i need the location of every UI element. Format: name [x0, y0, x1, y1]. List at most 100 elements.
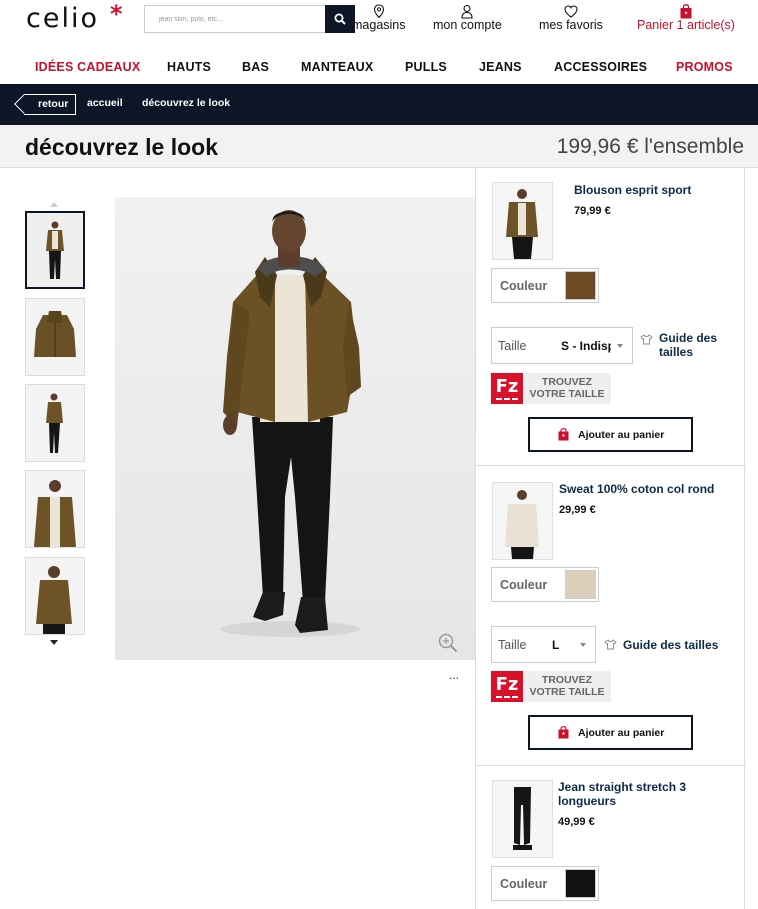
site-header: celio * magasins mon compte mes favoris *… — [0, 0, 758, 46]
product-1-size-guide-link[interactable]: Guide des tailles — [659, 331, 729, 359]
title-bar: découvrez le look 199,96 € l'ensemble — [0, 125, 758, 168]
thumbs-up-arrow-icon[interactable] — [50, 202, 58, 207]
search-button[interactable] — [325, 5, 355, 33]
product-1-size-value: S - Indisponible — [561, 339, 611, 353]
svg-text:*: * — [562, 732, 565, 739]
search-input[interactable] — [145, 6, 326, 32]
logo-star: * — [110, 0, 125, 28]
product-3-image[interactable] — [492, 780, 553, 858]
tshirt-icon — [640, 334, 653, 345]
favorites-label: mes favoris — [539, 18, 603, 32]
product-3-thumbnail-image — [493, 781, 552, 857]
nav-item-pulls[interactable]: PULLS — [405, 60, 447, 74]
logo-text: celio — [26, 3, 99, 34]
product-2-size-select[interactable]: Taille L — [491, 626, 596, 663]
account-link[interactable]: mon compte — [433, 4, 502, 32]
chevron-down-icon — [580, 643, 586, 647]
thumbnail-4[interactable] — [25, 470, 85, 548]
product-3-price: 49,99 € — [558, 816, 595, 828]
fitfinder-logo-icon: Fz — [491, 373, 523, 404]
account-label: mon compte — [433, 18, 502, 32]
thumb-model-closeup-image — [26, 471, 84, 547]
user-icon — [461, 4, 473, 19]
search-box — [144, 5, 355, 33]
product-2-fit-finder-label: TROUVEZ VOTRE TAILLE — [523, 671, 611, 702]
product-1-color-selector[interactable]: Couleur — [491, 268, 599, 303]
thumb-model-back-image — [26, 558, 84, 634]
product-2-thumbnail-image — [493, 483, 552, 559]
thumbs-down-arrow-icon[interactable] — [50, 640, 58, 645]
product-1-thumbnail-image — [493, 183, 552, 259]
nav-item-hauts[interactable]: HAUTS — [167, 60, 211, 74]
main-product-image[interactable] — [115, 197, 475, 660]
stores-label: magasins — [352, 18, 406, 32]
shopping-bag-icon: * — [558, 428, 569, 441]
favorites-link[interactable]: mes favoris — [539, 4, 603, 32]
shopping-bag-icon: * — [558, 726, 569, 739]
chevron-down-icon — [617, 344, 623, 348]
thumbnail-2[interactable] — [25, 298, 85, 376]
cart-label: Panier 1 article(s) — [637, 18, 735, 32]
product-1-size-label: Taille — [498, 339, 527, 353]
product-3-color-swatch[interactable] — [565, 869, 596, 898]
breadcrumb: retour accueil découvrez le look — [0, 84, 758, 125]
thumbnail-1[interactable] — [25, 211, 85, 289]
product-2-size-guide-link[interactable]: Guide des tailles — [623, 638, 743, 652]
shopping-bag-icon: * — [680, 4, 692, 19]
thumbnail-5[interactable] — [25, 557, 85, 635]
product-1-fit-finder-label: TROUVEZ VOTRE TAILLE — [523, 373, 611, 404]
look-products-panel: Blouson esprit sport 79,99 € Couleur Tai… — [475, 168, 746, 909]
fitfinder-logo-icon: Fz — [491, 671, 523, 702]
search-icon — [334, 13, 346, 25]
heart-icon — [564, 5, 578, 18]
tshirt-icon — [604, 639, 617, 650]
product-3-name[interactable]: Jean straight stretch 3 longueurs — [558, 780, 708, 808]
product-2-fit-finder[interactable]: Fz TROUVEZ VOTRE TAILLE — [491, 671, 611, 702]
product-2-name[interactable]: Sweat 100% coton col rond — [559, 482, 739, 496]
product-1-fit-finder[interactable]: Fz TROUVEZ VOTRE TAILLE — [491, 373, 611, 404]
main-nav: IDÉES CADEAUX HAUTS BAS MANTEAUX PULLS J… — [0, 50, 758, 84]
product-2-color-selector[interactable]: Couleur — [491, 567, 599, 602]
product-2-size-value: L — [552, 638, 560, 652]
product-2-image[interactable] — [492, 482, 553, 560]
thumbnail-3[interactable] — [25, 384, 85, 462]
svg-text:*: * — [562, 434, 565, 441]
thumb-model-front-image — [27, 213, 83, 287]
product-2-color-label: Couleur — [500, 578, 548, 592]
look-total-price: 199,96 € l'ensemble — [556, 135, 744, 158]
divider — [476, 465, 746, 466]
breadcrumb-current: découvrez le look — [142, 97, 231, 109]
product-1-add-to-cart-button[interactable]: * Ajouter au panier — [528, 417, 693, 452]
product-1-image[interactable] — [492, 182, 553, 260]
zoom-in-icon — [438, 633, 458, 653]
nav-item-promos[interactable]: PROMOS — [676, 60, 733, 74]
product-2-color-swatch[interactable] — [565, 570, 596, 599]
location-pin-icon — [373, 4, 384, 19]
nav-item-jeans[interactable]: JEANS — [479, 60, 522, 74]
thumb-model-side-image — [26, 385, 84, 461]
product-1-color-swatch[interactable] — [565, 271, 596, 300]
stores-link[interactable]: magasins — [352, 4, 406, 32]
nav-item-accessoires[interactable]: ACCESSOIRES — [554, 60, 647, 74]
product-1-name[interactable]: Blouson esprit sport — [574, 183, 734, 197]
product-1-color-label: Couleur — [500, 279, 548, 293]
nav-item-bas[interactable]: BAS — [242, 60, 269, 74]
cart-link[interactable]: * Panier 1 article(s) — [637, 4, 735, 32]
celio-logo[interactable]: celio * — [26, 0, 123, 34]
product-3-color-selector[interactable]: Couleur — [491, 866, 599, 901]
nav-item-manteaux[interactable]: MANTEAUX — [301, 60, 373, 74]
product-1-add-to-cart-label: Ajouter au panier — [578, 429, 665, 441]
more-options-button[interactable]: ... — [449, 668, 459, 682]
product-3-color-label: Couleur — [500, 877, 548, 891]
nav-item-idees-cadeaux[interactable]: IDÉES CADEAUX — [35, 60, 140, 74]
back-button[interactable]: retour — [24, 94, 76, 115]
product-2-add-to-cart-button[interactable]: * Ajouter au panier — [528, 715, 693, 750]
product-2-size-label: Taille — [498, 638, 527, 652]
product-1-price: 79,99 € — [574, 205, 611, 217]
zoom-button[interactable] — [438, 633, 458, 658]
page-title: découvrez le look — [25, 134, 219, 160]
breadcrumb-home[interactable]: accueil — [87, 97, 123, 109]
thumb-jacket-image — [26, 299, 84, 375]
product-1-size-select[interactable]: Taille S - Indisponible — [491, 327, 633, 364]
model-look-image — [115, 197, 475, 660]
